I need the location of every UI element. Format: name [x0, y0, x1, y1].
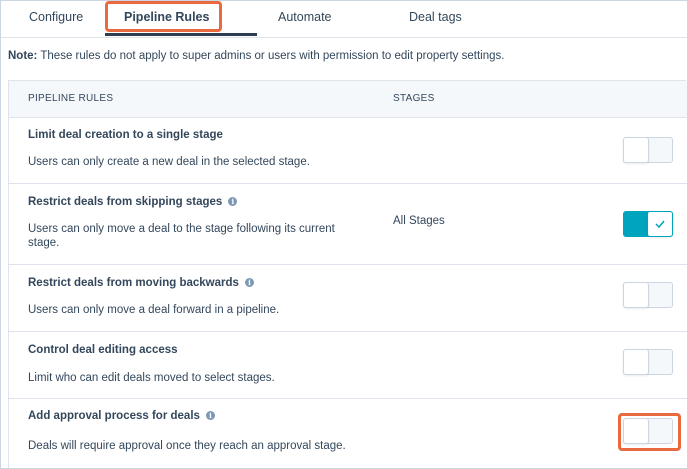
- toggle-knob: [623, 137, 649, 163]
- note-body: These rules do not apply to super admins…: [37, 50, 505, 62]
- rule-title: Restrict deals from moving backwards: [28, 277, 239, 289]
- column-header-pipeline-rules: PIPELINE RULES: [28, 93, 114, 104]
- note-text: Note: These rules do not apply to super …: [8, 50, 504, 62]
- rule-stage-value: All Stages: [393, 215, 445, 227]
- rule-toggle-control-editing[interactable]: [623, 349, 673, 375]
- rule-title: Control deal editing access: [28, 344, 178, 356]
- tab-automate[interactable]: Automate: [278, 1, 332, 33]
- active-tab-indicator: [105, 33, 257, 36]
- rule-title: Restrict deals from skipping stages: [28, 196, 223, 208]
- rule-description: Users can only create a new deal in the …: [28, 156, 310, 168]
- note-label: Note:: [8, 50, 38, 62]
- toggle-knob: [647, 211, 673, 237]
- rule-title: Limit deal creation to a single stage: [28, 129, 223, 141]
- tab-deal-tags[interactable]: Deal tags: [409, 1, 462, 33]
- rule-row-limit-creation: Limit deal creation to a single stage Us…: [9, 117, 687, 184]
- rule-title-wrap: Add approval process for deals i: [28, 410, 215, 422]
- rule-row-control-editing: Control deal editing access Limit who ca…: [9, 332, 687, 399]
- rule-row-restrict-backwards: Restrict deals from moving backwards i Us…: [9, 265, 687, 332]
- rule-title: Add approval process for deals: [28, 410, 200, 422]
- table-header: PIPELINE RULES STAGES: [9, 81, 687, 118]
- rule-title-wrap: Restrict deals from skipping stages i: [28, 196, 238, 208]
- rule-row-restrict-skipping: Restrict deals from skipping stages i Use…: [9, 184, 687, 265]
- rule-description: Users can only move a deal to the stage …: [28, 223, 335, 249]
- tab-configure[interactable]: Configure: [29, 1, 83, 33]
- rule-toggle-restrict-backwards[interactable]: [623, 282, 673, 308]
- info-icon[interactable]: i: [228, 197, 238, 206]
- pipeline-settings-panel: Configure Pipeline Rules Automate Deal t…: [0, 0, 688, 469]
- rule-description: Limit who can edit deals moved to select…: [28, 372, 275, 384]
- toggle-highlight-annotation: [618, 413, 681, 451]
- toggle-knob: [623, 349, 649, 375]
- rule-description: Deals will require approval once they re…: [28, 440, 346, 452]
- info-icon[interactable]: i: [244, 278, 254, 287]
- tab-bar: Configure Pipeline Rules Automate Deal t…: [1, 1, 687, 38]
- rule-row-approval-process: Add approval process for deals i Deals wi…: [9, 399, 687, 468]
- info-icon[interactable]: i: [205, 411, 215, 420]
- toggle-knob: [623, 282, 649, 308]
- pipeline-rules-table: PIPELINE RULES STAGES Limit deal creatio…: [8, 80, 687, 468]
- rule-description: Users can only move a deal forward in a …: [28, 304, 280, 316]
- rule-toggle-limit-creation[interactable]: [623, 137, 673, 163]
- column-header-stages: STAGES: [393, 93, 435, 104]
- rule-title-wrap: Restrict deals from moving backwards i: [28, 277, 254, 289]
- check-icon: [655, 220, 665, 228]
- tab-highlight-annotation: [105, 1, 222, 32]
- rule-toggle-restrict-skipping[interactable]: [623, 211, 673, 237]
